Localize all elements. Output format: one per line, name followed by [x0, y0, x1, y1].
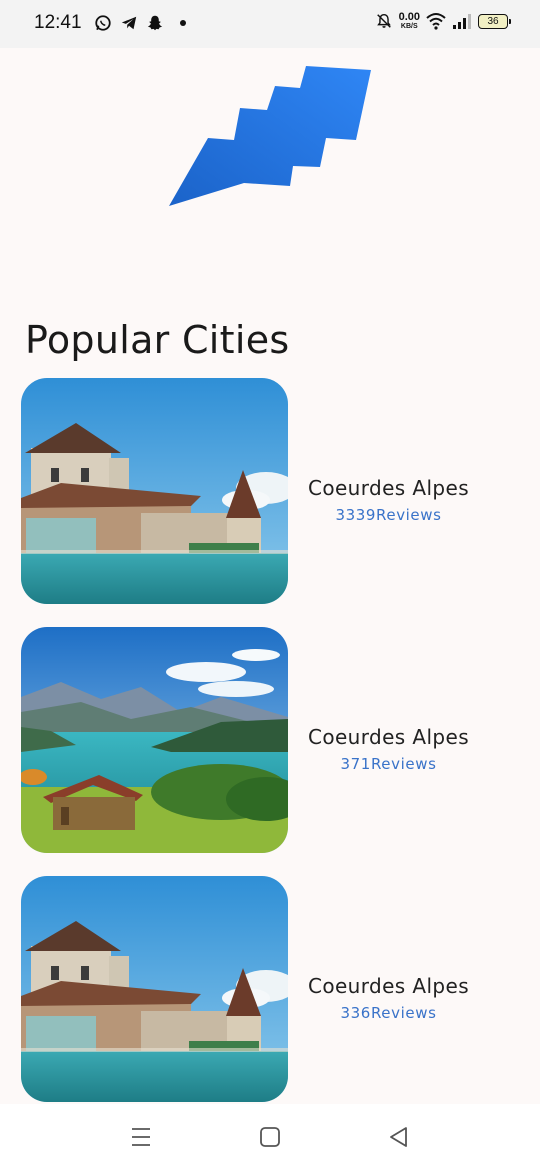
- city-name: Coeurdes Alpes: [307, 974, 470, 998]
- city-reviews[interactable]: 336Reviews: [297, 1004, 480, 1022]
- city-card[interactable]: Coeurdes Alpes 3339Reviews: [0, 378, 540, 604]
- city-info: Coeurdes Alpes 371Reviews: [297, 725, 480, 773]
- city-name: Coeurdes Alpes: [307, 725, 470, 749]
- notification-dot-icon: [180, 20, 186, 26]
- home-square-icon[interactable]: [257, 1124, 283, 1150]
- wifi-icon: [426, 13, 446, 30]
- city-reviews[interactable]: 3339Reviews: [297, 506, 480, 524]
- city-name: Coeurdes Alpes: [307, 476, 470, 500]
- city-card[interactable]: Coeurdes Alpes 371Reviews: [0, 627, 540, 853]
- system-nav-bar: [0, 1104, 540, 1170]
- net-speed: 0.00 KB/S: [398, 11, 420, 31]
- status-bar: 12:41 0.00 KB/S 36: [0, 0, 540, 48]
- lake-castle-image: [21, 876, 288, 1102]
- menu-icon[interactable]: [128, 1124, 154, 1150]
- telegram-icon: [121, 16, 137, 30]
- notification-icons: [94, 14, 186, 32]
- system-indicators: 0.00 KB/S 36: [375, 11, 511, 31]
- whatsapp-icon: [95, 15, 111, 31]
- city-image[interactable]: [21, 876, 288, 1102]
- net-speed-value: 0.00: [398, 11, 420, 23]
- city-info: Coeurdes Alpes 336Reviews: [297, 974, 480, 1022]
- city-image[interactable]: [21, 627, 288, 853]
- brand-logo: [169, 66, 371, 206]
- city-info: Coeurdes Alpes 3339Reviews: [297, 476, 480, 524]
- signal-icon: [453, 14, 471, 29]
- snapchat-icon: [147, 15, 163, 31]
- status-time: 12:41: [34, 12, 82, 33]
- mountain-lake-image: [21, 627, 288, 853]
- battery-icon: 36: [478, 13, 511, 29]
- bell-off-icon: [376, 13, 391, 28]
- city-card[interactable]: Coeurdes Alpes 336Reviews: [0, 876, 540, 1102]
- net-speed-unit: KB/S: [400, 23, 418, 30]
- back-triangle-icon[interactable]: [386, 1124, 412, 1150]
- city-image[interactable]: [21, 378, 288, 604]
- section-title: Popular Cities: [25, 318, 290, 362]
- city-reviews[interactable]: 371Reviews: [297, 755, 480, 773]
- lake-castle-image: [21, 378, 288, 604]
